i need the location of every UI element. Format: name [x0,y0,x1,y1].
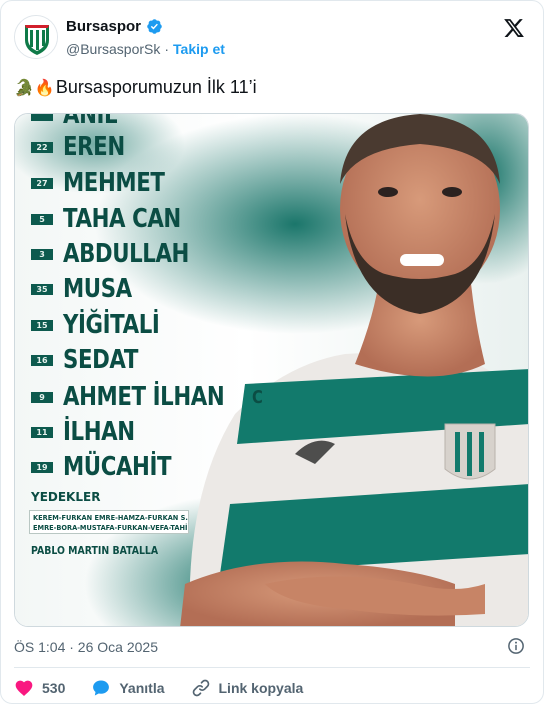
verified-badge-icon [147,19,162,34]
like-count: 530 [42,680,66,696]
divider [14,667,530,668]
coach-name: PABLO MARTIN BATALLA [31,544,159,557]
substitutes-title: YEDEKLER [31,490,101,504]
tweet-media-image[interactable]: ANIL 22 EREN 27 MEHMET 5 TAHA CAN 3 ABDU… [14,113,529,627]
x-logo-icon[interactable] [503,17,525,39]
tweet-timestamp[interactable]: ÖS 1:04 · 26 Oca 2025 [14,639,158,655]
player-name: ABDULLAH [63,239,189,269]
link-icon [192,679,209,697]
tweet-card: Bursaspor @BursasporSk · Takip et 🐊 🔥 Bu… [0,0,544,704]
tweet-actions: 530 Yanıtla Link kopyala [14,678,329,698]
shirt-number: 15 [31,319,53,331]
copy-link-label: Link kopyala [218,680,304,696]
lineup-row: 16 SEDAT [31,345,154,375]
like-button[interactable]: 530 [14,678,65,698]
reply-button[interactable]: Yanıtla [91,678,165,698]
player-name: YİĞİTALİ [63,310,160,340]
player-name: MUSA [63,274,132,304]
lineup-row: 19 MÜCAHİT [31,452,195,482]
lineup-row: ANIL [31,113,129,130]
tweet-text: 🐊 🔥 Bursasporumuzun İlk 11’i [14,77,257,98]
account-name[interactable]: Bursaspor [66,18,141,35]
reply-bubble-icon [93,680,110,696]
lineup-row: 9 AHMET İLHAN C [31,382,264,412]
player-name: MEHMET [63,168,165,198]
info-icon[interactable] [507,637,525,655]
player-name: ANIL [63,113,118,130]
player-name: SEDAT [63,345,138,375]
player-name: İLHAN [63,417,135,447]
lineup-row: 3 ABDULLAH [31,239,217,269]
shirt-number: 35 [31,283,53,295]
lineup-row: 15 YİĞİTALİ [31,310,181,340]
shirt-number: 5 [31,213,53,225]
shirt-number [31,114,53,121]
lineup-row: 22 EREN [31,132,138,162]
captain-mark: C [251,386,263,408]
account-name-row: Bursaspor [66,18,163,35]
shirt-number: 19 [31,461,53,473]
shirt-number: 27 [31,177,53,189]
shirt-number: 16 [31,354,53,366]
lineup-row: 27 MEHMET [31,168,187,198]
tweet-body: Bursasporumuzun İlk 11’i [55,77,257,97]
lineup-row: 5 TAHA CAN [31,204,207,234]
handle-row: @BursasporSk · Takip et [66,41,225,57]
player-name: AHMET İLHAN [63,382,225,412]
substitutes-line: EMRE-BORA-MUSTAFA-FURKAN-VEFA-TAHİR [33,524,189,532]
substitutes-box: KEREM-FURKAN EMRE-HAMZA-FURKAN S. EMRE-B… [29,510,189,534]
fire-emoji: 🔥 [34,79,55,97]
separator-dot: · [164,41,170,57]
account-handle[interactable]: @BursasporSk [66,41,160,57]
shirt-number: 22 [31,141,53,153]
lineup-row: 35 MUSA [31,274,147,304]
club-crest-icon [15,16,57,58]
reply-label: Yanıtla [119,680,165,696]
shirt-number: 9 [31,391,53,403]
player-name: MÜCAHİT [63,452,172,482]
heart-icon [15,680,33,696]
substitutes-line: KEREM-FURKAN EMRE-HAMZA-FURKAN S. [33,514,188,522]
crocodile-emoji: 🐊 [14,79,34,97]
shirt-number: 11 [31,426,53,438]
avatar[interactable] [14,15,58,59]
lineup-row: 11 İLHAN [31,417,150,447]
player-name: TAHA CAN [63,204,181,234]
player-name: EREN [63,132,125,162]
shirt-number: 3 [31,248,53,260]
follow-button[interactable]: Takip et [173,41,225,57]
copy-link-button[interactable]: Link kopyala [191,678,304,698]
